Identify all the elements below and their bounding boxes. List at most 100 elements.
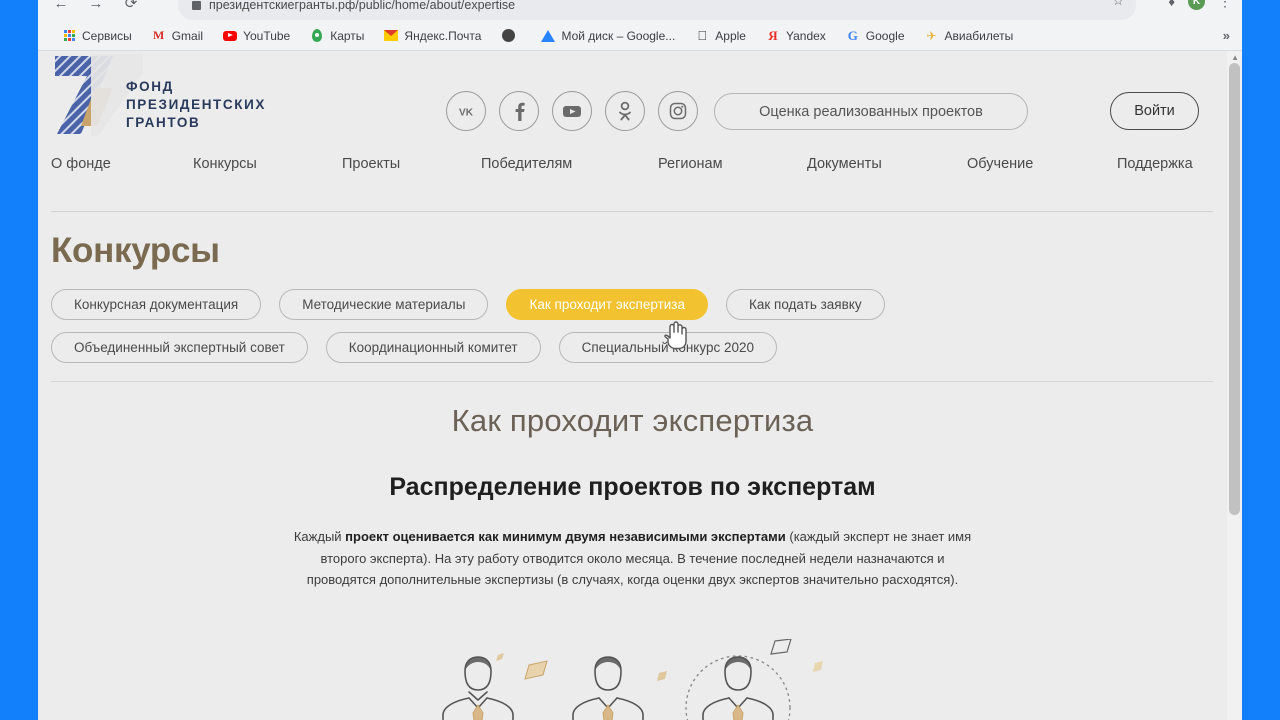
bookmark-label: YouTube [243,28,291,43]
screenshot-root: ← → ⟳ президентскиегранты.рф/public/home… [0,0,1280,720]
bookmark-label: Gmail [171,28,204,43]
yandex-icon: Я [768,27,778,43]
chip-metodicheskie-materialy[interactable]: Методические материалы [279,289,489,320]
mouse-cursor [663,318,689,355]
google-icon: G [847,27,858,43]
bookmark-label: Apple [715,28,746,43]
bookmark-google[interactable]: G Google [836,24,915,48]
chip-obedinennyy-ekspertnyy-sovet[interactable]: Объединенный экспертный совет [51,332,308,363]
forward-icon[interactable]: → [87,0,105,12]
bookmark-label: Сервисы [82,28,132,43]
bookmark-globe[interactable] [491,24,531,48]
nav-item-regionam[interactable]: Регионам [658,156,723,172]
bookmark-maps[interactable]: Карты [300,24,374,48]
nav-item-dokumenty[interactable]: Документы [807,156,882,172]
bookmarks-overflow-icon[interactable]: » [1223,28,1230,43]
page-scrollbar[interactable]: ▲ [1227,51,1242,720]
chrome-menu-icon[interactable]: ⋮ [1218,0,1232,7]
bookmark-youtube[interactable]: YouTube [213,24,300,48]
yandex-mail-icon [384,29,399,43]
article-paragraph: Каждый проект оценивается как минимум дв… [291,526,975,591]
experts-illustration [38,639,1227,720]
chip-koordinacionnyy-komitet[interactable]: Координационный комитет [325,332,541,363]
main-navigation: О фонде Конкурсы Проекты Победителям Рег… [38,156,1227,201]
vk-icon[interactable]: VK [446,91,486,131]
tab-chips-row-2: Объединенный экспертный совет Координаци… [51,332,1061,363]
nav-item-obuchenie[interactable]: Обучение [967,156,1033,172]
page-viewport: ФОНД ПРЕЗИДЕНТСКИХ ГРАНТОВ VK Оценка реа… [38,51,1242,720]
evaluate-projects-button[interactable]: Оценка реализованных проектов [714,93,1028,130]
tab-chips: Конкурсная документация Методические мат… [51,289,1061,375]
bookmark-label: Мой диск – Google... [561,28,676,43]
bookmark-star-icon[interactable]: ☆ [1112,0,1124,9]
odnoklassniki-icon[interactable] [605,91,645,131]
social-links: VK [446,91,698,131]
bookmark-label: Yandex [785,28,826,43]
login-button[interactable]: Войти [1110,92,1199,130]
nav-item-proekty[interactable]: Проекты [342,156,400,172]
tab-chips-row-1: Конкурсная документация Методические мат… [51,289,1061,320]
site-info-icon[interactable] [192,0,201,10]
youtube-icon[interactable] [552,91,592,131]
chip-kak-prohodit-ekspertiza[interactable]: Как проходит экспертиза [506,289,708,320]
site-header: ФОНД ПРЕЗИДЕНТСКИХ ГРАНТОВ VK Оценка реа… [38,51,1227,169]
site-logo[interactable]: ФОНД ПРЕЗИДЕНТСКИХ ГРАНТОВ [51,51,281,146]
plane-icon: ✈ [926,28,937,43]
toolbar-right-actions: ♦ K ⋮ [1168,0,1232,10]
bookmark-yandex-mail[interactable]: Яндекс.Почта [374,24,491,48]
capture-border-left [0,0,38,720]
paper-scraps [495,639,823,681]
apple-icon:  [695,28,709,43]
scrollbar-thumb[interactable] [1229,63,1240,515]
gmail-icon: M [153,28,165,42]
nav-item-o-fonde[interactable]: О фонде [51,156,111,172]
bookmarks-bar: Сервисы M Gmail YouTube Карты Яндекс.Поч… [38,21,1242,51]
reload-icon[interactable]: ⟳ [122,0,140,12]
nav-item-pobediteljam[interactable]: Победителям [481,156,572,172]
header-divider [51,211,1213,212]
article-heading: Как проходит экспертиза [451,403,814,438]
globe-icon [501,29,515,43]
maps-pin-icon [310,29,324,43]
bookmark-label: Google [865,28,905,43]
scroll-up-arrow[interactable]: ▲ [1231,53,1239,62]
profile-avatar[interactable]: K [1188,0,1205,10]
page-title: Конкурсы [51,231,220,270]
paragraph-bold: проект оценивается как минимум двумя нез… [345,529,786,544]
bookmark-label: Яндекс.Почта [404,28,482,43]
instagram-icon[interactable] [658,91,698,131]
address-bar-url: президентскиегранты.рф/public/home/about… [209,0,516,12]
nav-item-podderzhka[interactable]: Поддержка [1117,156,1193,172]
bookmark-label: Авиабилеты [944,28,1014,43]
browser-toolbar: ← → ⟳ президентскиегранты.рф/public/home… [38,0,1242,21]
logo-line-3: ГРАНТОВ [126,115,201,130]
logo-line-1: ФОНД [126,79,174,94]
apps-grid-icon [62,29,76,43]
bookmark-gmail[interactable]: M Gmail [142,24,213,48]
paragraph-part-1: Каждый [293,529,346,544]
logo-line-2: ПРЕЗИДЕНТСКИХ [126,97,266,112]
extensions-icon[interactable]: ♦ [1168,0,1175,9]
facebook-icon[interactable] [499,91,539,131]
section-divider [51,381,1213,382]
nav-item-konkursy[interactable]: Конкурсы [193,156,257,172]
address-bar[interactable]: президентскиегранты.рф/public/home/about… [178,0,1136,20]
article-subheading: Распределение проектов по экспертам [389,473,876,501]
navigation-buttons: ← → ⟳ [52,0,140,12]
logo-text: ФОНД ПРЕЗИДЕНТСКИХ ГРАНТОВ [126,78,266,132]
bookmark-google-drive[interactable]: Мой диск – Google... [531,24,685,48]
bookmark-aviabilety[interactable]: ✈ Авиабилеты [915,24,1024,48]
svg-text:VK: VK [459,107,474,117]
page-content: ФОНД ПРЕЗИДЕНТСКИХ ГРАНТОВ VK Оценка реа… [38,51,1227,720]
browser-window: ← → ⟳ президентскиегранты.рф/public/home… [38,0,1242,720]
chip-konkursnaya-dokumentaciya[interactable]: Конкурсная документация [51,289,262,320]
bookmark-services[interactable]: Сервисы [52,24,142,48]
bookmark-yandex[interactable]: Я Yandex [756,24,836,48]
capture-border-right [1242,0,1280,720]
youtube-icon [223,29,238,43]
bookmark-label: Карты [330,28,365,43]
bookmark-apple[interactable]:  Apple [685,24,756,48]
article: Как проходит экспертиза Распределение пр… [38,403,1227,591]
chip-kak-podat-zayavku[interactable]: Как подать заявку [726,289,885,320]
back-icon[interactable]: ← [52,0,70,12]
